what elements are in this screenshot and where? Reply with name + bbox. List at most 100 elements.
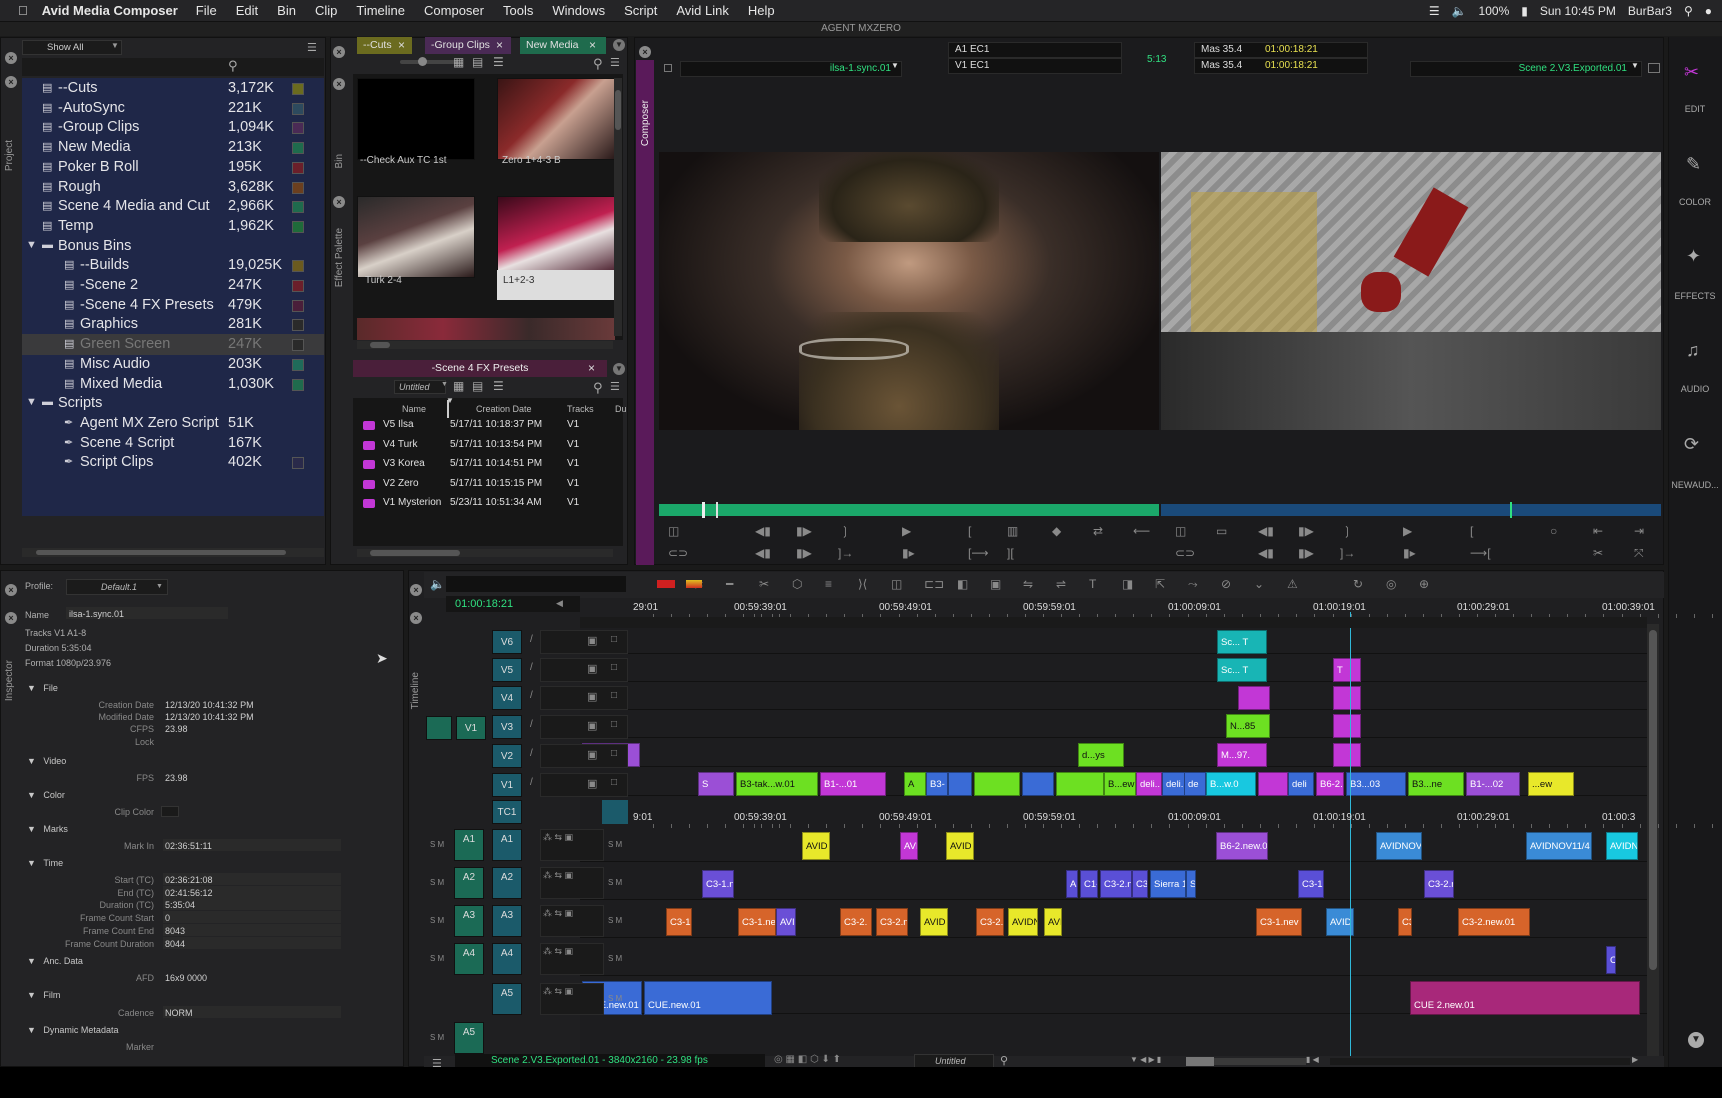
scroll-thumb[interactable] [1649, 630, 1657, 970]
clip[interactable]: AVID [946, 832, 974, 860]
playhead[interactable] [1350, 612, 1351, 1060]
clip[interactable]: B...w.0 [1206, 772, 1256, 796]
track-lane-v5[interactable] [580, 658, 1647, 682]
clip[interactable] [1258, 772, 1288, 796]
bin-thumbnail[interactable] [357, 196, 475, 278]
slider-handle[interactable] [418, 57, 427, 66]
close-icon[interactable]: × [5, 612, 17, 624]
close-project-icon[interactable]: × [5, 52, 17, 64]
timeline-tool-icon[interactable]: ━ [726, 577, 733, 591]
chevron-right-icon[interactable]: ▶ [1632, 1055, 1638, 1064]
clip[interactable]: AVI [1044, 908, 1062, 936]
menu-edit[interactable]: Edit [236, 3, 258, 18]
transport-button-icon[interactable]: ⤧ [1634, 546, 1644, 561]
clip[interactable]: AVI [900, 832, 918, 860]
menu-icon[interactable]: ☰ [610, 380, 620, 393]
bin-item[interactable]: ▤ Mixed Media 1,030K [22, 374, 324, 395]
audio-tab-label[interactable]: AUDIO [1668, 384, 1722, 394]
source-audio-a4[interactable]: A4 [454, 943, 484, 975]
timeline-tool-icon[interactable]: ⊏⊐ [924, 577, 944, 591]
close-icon[interactable]: × [333, 78, 345, 90]
clip[interactable]: C3- [1398, 908, 1412, 936]
scroll-thumb[interactable] [370, 342, 390, 348]
timeline-view-select[interactable]: Untitled [914, 1054, 994, 1068]
solo-mute-icon[interactable]: S M [430, 916, 444, 925]
list-item[interactable]: V5 Ilsa 5/17/11 10:18:37 PM V1 [356, 416, 626, 435]
track-button-v6[interactable]: V6 [492, 630, 522, 654]
bin-item[interactable]: ▤ Scene 4 Media and Cut 2,966K [22, 196, 324, 217]
menu-help[interactable]: Help [748, 3, 775, 18]
timeline-tool-icon[interactable]: T [1089, 577, 1096, 591]
menu-bin[interactable]: Bin [277, 3, 296, 18]
bin-item[interactable]: ▤ Rough 3,628K [22, 177, 324, 198]
track-area[interactable]: Sc... TSc... TTN...85...d...ysM...97.SB3… [580, 628, 1647, 1056]
source-audio-a2[interactable]: A2 [454, 867, 484, 899]
clip[interactable]: deli... [1162, 772, 1186, 796]
newaudio-tab-label[interactable]: NEWAUD... [1668, 480, 1722, 490]
transport-button-icon[interactable]: ✂ [1593, 546, 1603, 560]
track-button-a4[interactable]: A4 [492, 943, 522, 975]
solo-mute-icon[interactable]: S M [608, 840, 622, 849]
clip[interactable]: deli [1288, 772, 1314, 796]
mas-display-2[interactable]: Mas 35.4 01:00:18:21 [1194, 58, 1368, 74]
audio-tools-icon[interactable]: ⁂ ⇆ ▣ [543, 908, 573, 919]
clip[interactable]: C3-1.n [702, 870, 734, 898]
pencil-icon[interactable]: / [530, 719, 533, 730]
clip[interactable]: C3-1. [1298, 870, 1324, 898]
color-tab-label[interactable]: COLOR [1668, 197, 1722, 207]
bin-thumbnail[interactable] [497, 196, 615, 278]
menu-icon[interactable]: ☰ [307, 41, 317, 54]
menu-windows[interactable]: Windows [552, 3, 605, 18]
menu-tools[interactable]: Tools [503, 3, 533, 18]
timeline-tool-icon[interactable]: ⬡ [792, 577, 802, 591]
list-view-icon[interactable]: ☰ [493, 55, 504, 69]
clip[interactable]: ...ew [1528, 772, 1574, 796]
expand-icon[interactable]: ▼ [26, 396, 37, 408]
transport-button-icon[interactable]: ⇥ [1634, 524, 1644, 538]
horizontal-scrollbar[interactable] [357, 341, 613, 349]
transport-button-icon[interactable]: ◀▮ [755, 524, 771, 538]
clock[interactable]: Sun 10:45 PM [1540, 4, 1616, 18]
clip[interactable]: T [1333, 658, 1361, 682]
transport-button-icon[interactable]: ⊂⊃ [668, 546, 688, 560]
clip[interactable]: AVIDN [1606, 832, 1638, 860]
bin-side-tab[interactable]: Bin [334, 154, 345, 168]
transport-button-icon[interactable]: [⟶ [968, 546, 989, 560]
transport-button-icon[interactable]: ]→ [1340, 546, 1355, 560]
source-audio-a5[interactable]: A5 [454, 1022, 484, 1054]
clip[interactable]: AVID [920, 908, 948, 936]
transport-button-icon[interactable]: ⊂⊃ [1175, 546, 1195, 560]
transport-button-icon[interactable]: ◫ [668, 524, 679, 538]
menu-script[interactable]: Script [624, 3, 657, 18]
section-file[interactable]: ▼ File [27, 683, 58, 693]
monitor-icon[interactable]: ▣ [587, 634, 597, 647]
clip[interactable]: C3 [1132, 870, 1148, 898]
timeline-side-tab[interactable]: Timeline [410, 672, 421, 709]
audio-tools-icon[interactable]: ⁂ ⇆ ▣ [543, 870, 573, 881]
track-lane-a4[interactable] [580, 940, 1647, 976]
clip[interactable]: B3...ne [1408, 772, 1464, 796]
clip[interactable]: Cl [1606, 946, 1616, 974]
record-sequence-name[interactable]: Scene 2.V3.Exported.01 [1410, 61, 1642, 77]
transport-button-icon[interactable]: ❳ [1342, 524, 1352, 538]
bin-item[interactable]: ▤ Misc Audio 203K [22, 354, 324, 375]
sync-lock-icon[interactable] [664, 64, 672, 72]
source-position-bar[interactable] [659, 504, 1159, 516]
track-lane-v4[interactable] [580, 686, 1647, 710]
transport-button-icon[interactable]: ▶ [1403, 524, 1412, 538]
audio-tools-icon[interactable]: ⁂ ⇆ ▣ [543, 946, 573, 957]
timeline-tool-icon[interactable]: ⚠ [1287, 577, 1298, 591]
transport-button-icon[interactable]: ▥ [1007, 524, 1018, 538]
transport-button-icon[interactable]: ◆ [1052, 524, 1061, 538]
clip[interactable]: CUE.new.01 [644, 981, 772, 1015]
thumb-size-slider[interactable] [400, 60, 458, 64]
pencil-icon[interactable]: / [530, 777, 533, 788]
clip[interactable]: B3-tak...w.01 [736, 772, 818, 796]
search-icon[interactable]: ⚲ [1684, 4, 1693, 18]
track-button-tc1[interactable]: TC1 [492, 800, 522, 824]
timeline-tool-icon[interactable]: ▣ [990, 577, 1001, 591]
close-bin-icon[interactable]: × [333, 46, 345, 58]
frame-view-icon[interactable]: ▦ [453, 379, 464, 393]
bin-thumbnail[interactable] [357, 78, 475, 160]
position-indicator[interactable] [702, 502, 705, 518]
